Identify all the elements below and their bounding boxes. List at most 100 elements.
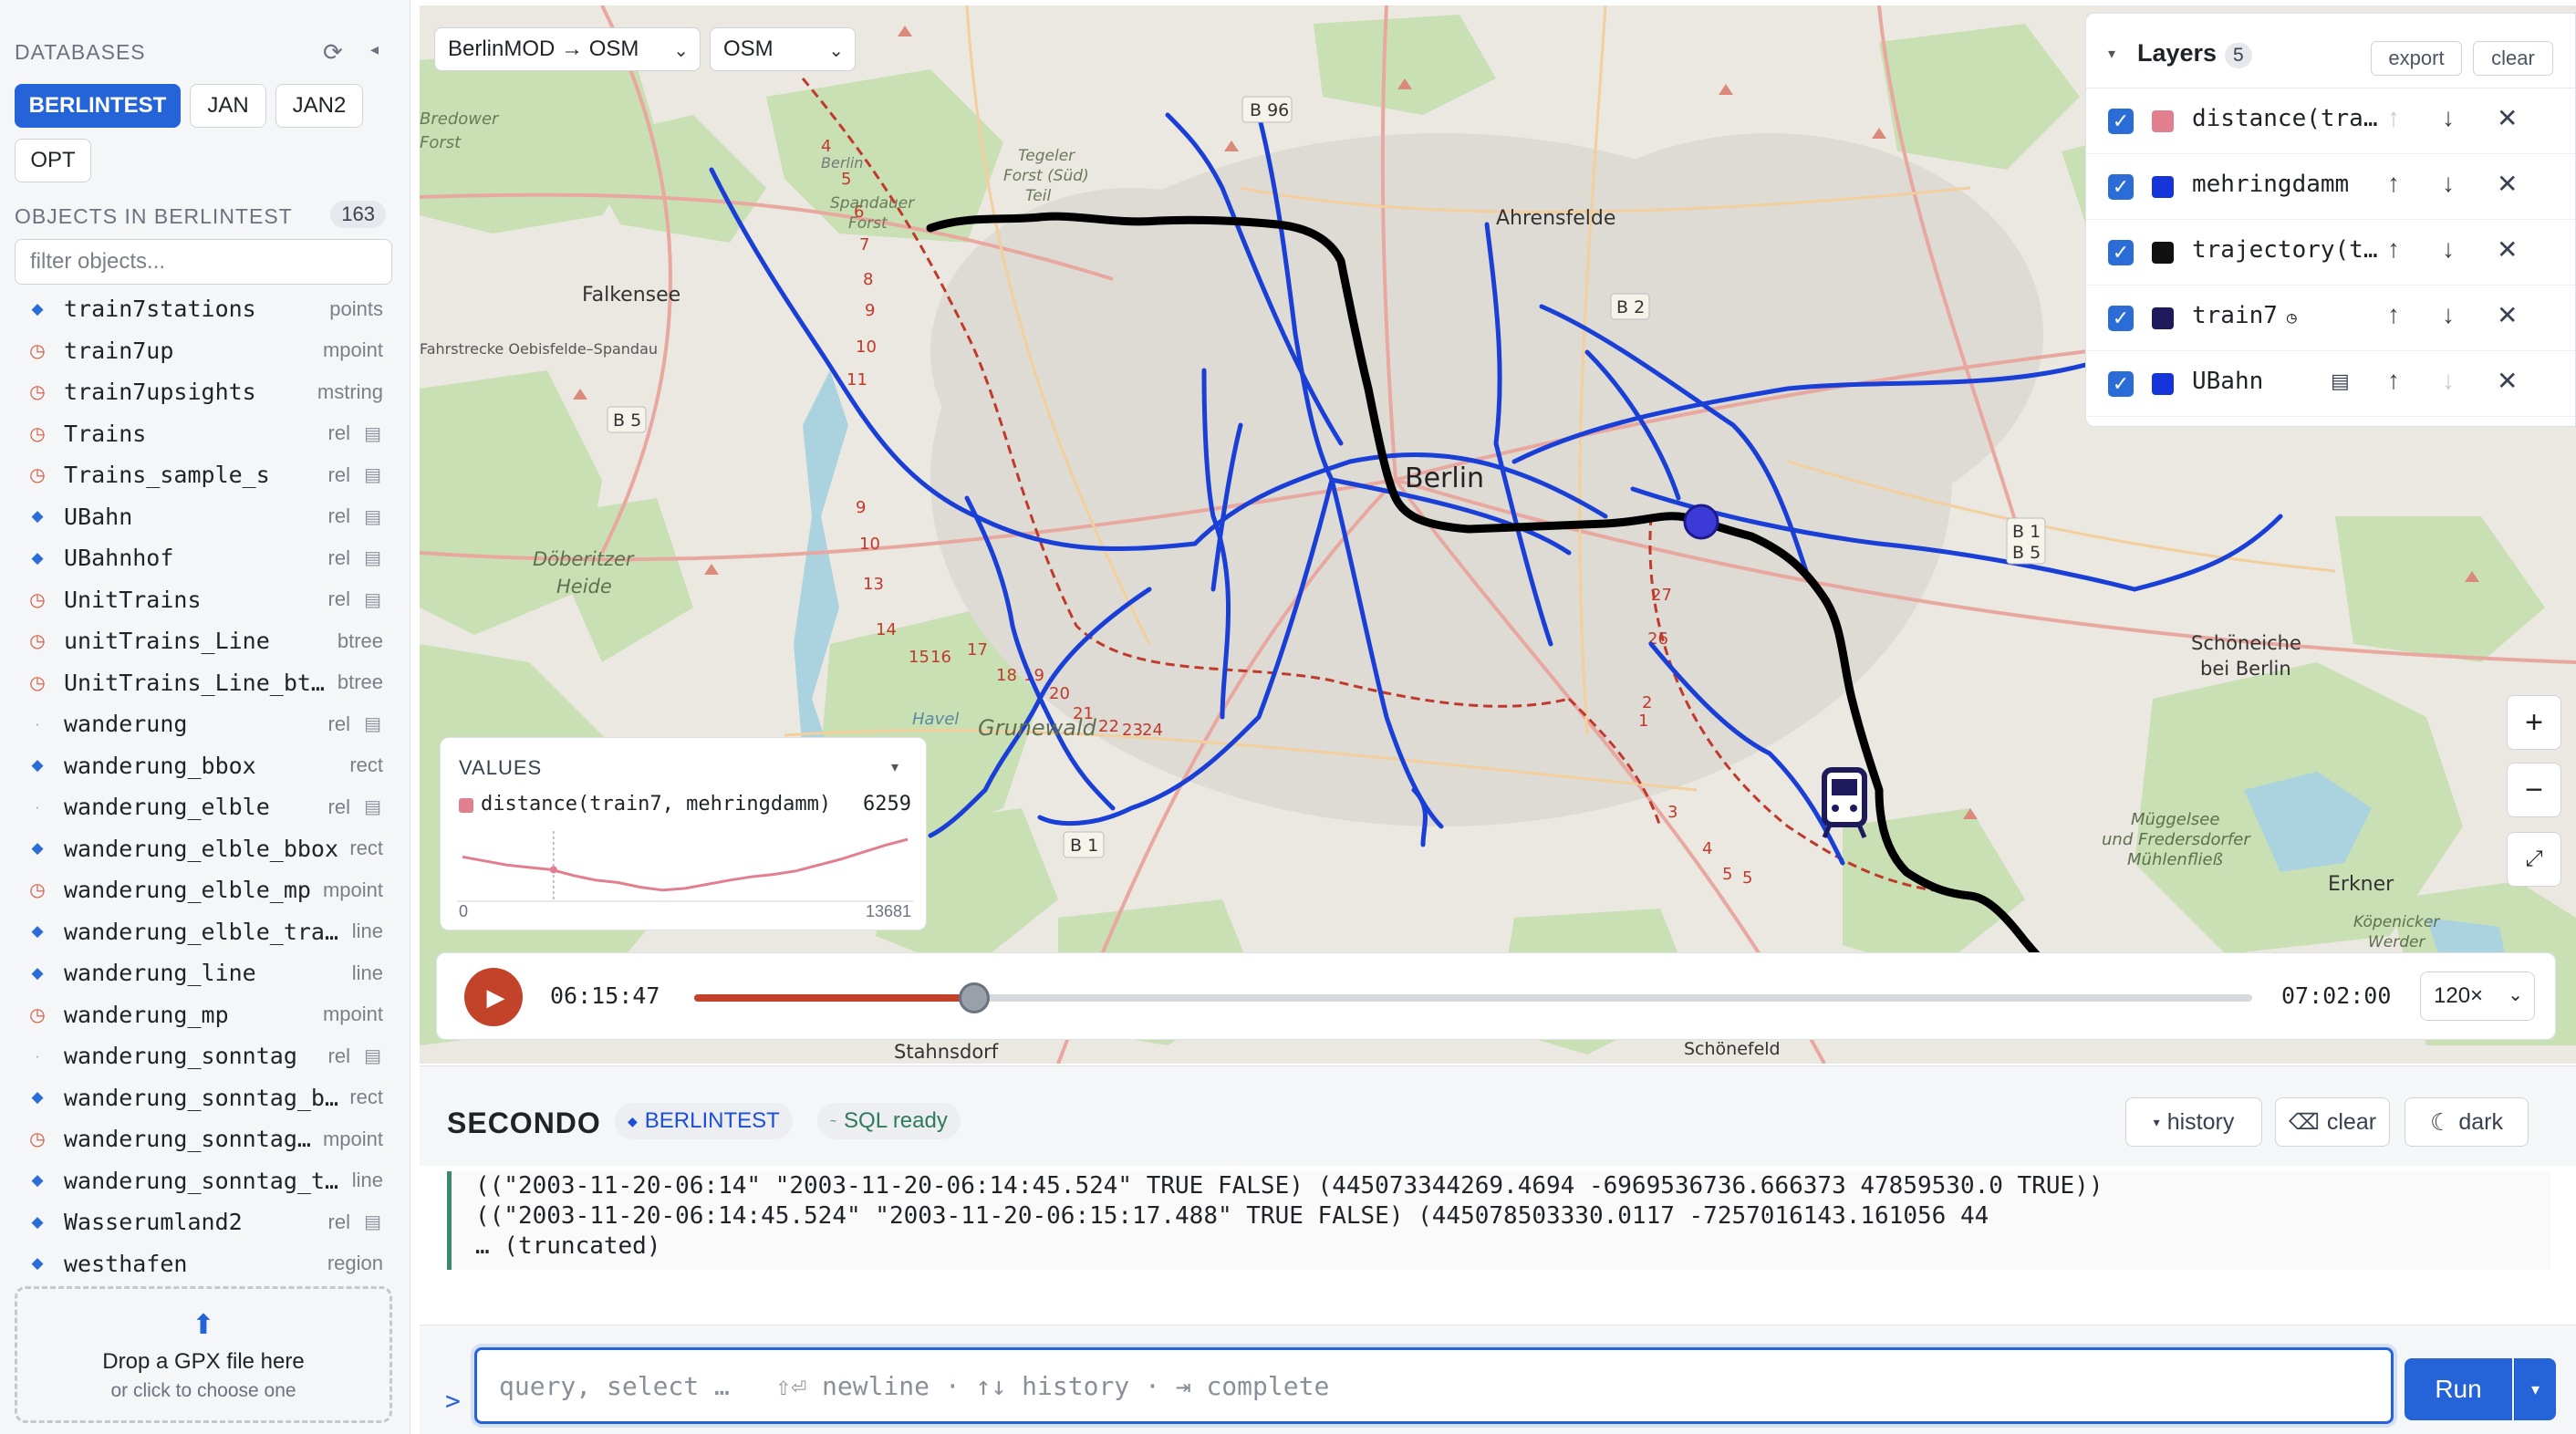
layer-visibility-checkbox[interactable]: ✓	[2108, 306, 2134, 331]
refresh-icon[interactable]: ⟳	[323, 38, 343, 67]
db-button-berlintest[interactable]: BERLINTEST	[15, 84, 181, 128]
layer-visibility-checkbox[interactable]: ✓	[2108, 240, 2134, 265]
object-list-item[interactable]: ◆ wanderung_sonntag_t… line	[0, 1160, 410, 1202]
move-layer-down-icon[interactable]: ↓	[2442, 169, 2455, 198]
timeline-handle[interactable]	[959, 982, 991, 1013]
move-layer-down-icon[interactable]: ↓	[2442, 234, 2455, 264]
move-layer-down-icon[interactable]: ↓	[2442, 300, 2455, 329]
map-label-forst: Forst	[420, 133, 462, 152]
prompt-symbol: >	[445, 1386, 461, 1416]
table-icon[interactable]: ▤	[364, 1044, 381, 1067]
object-list-item[interactable]: ◆ wanderung_sonntag_b… rect	[0, 1077, 410, 1119]
remove-layer-icon[interactable]: ✕	[2497, 103, 2518, 133]
fit-bounds-button[interactable]: ⤢	[2507, 832, 2561, 887]
move-layer-up-icon[interactable]: ↑	[2387, 300, 2400, 329]
collapse-layers-icon[interactable]: ▾	[2108, 45, 2115, 63]
zoom-in-button[interactable]: +	[2507, 695, 2561, 750]
diamond-icon: ◆	[31, 548, 44, 566]
object-list-item[interactable]: ◷ Trains rel ▤	[0, 413, 410, 455]
object-list-item[interactable]: ◆ wanderung_line line	[0, 952, 410, 994]
query-input[interactable]	[474, 1347, 2394, 1424]
layer-visibility-checkbox[interactable]: ✓	[2108, 371, 2134, 397]
layer-color-swatch[interactable]	[2152, 242, 2174, 264]
speed-select[interactable]: 120× ⌄	[2420, 972, 2535, 1021]
table-icon[interactable]: ▤	[364, 546, 381, 569]
db-button-jan[interactable]: JAN	[190, 84, 266, 128]
move-layer-up-icon[interactable]: ↑	[2387, 234, 2400, 264]
collapse-sidebar-icon[interactable]: ◂	[370, 40, 379, 59]
db-button-opt[interactable]: OPT	[15, 139, 91, 182]
table-icon[interactable]: ▤	[364, 795, 381, 818]
table-icon[interactable]: ▤	[364, 588, 381, 611]
object-list-item[interactable]: ◆ UBahnhof rel ▤	[0, 537, 410, 579]
object-list-item[interactable]: · wanderung_sonntag rel ▤	[0, 1035, 410, 1077]
object-list-item[interactable]: ◆ train7stations points	[0, 288, 410, 330]
run-options-button[interactable]: ▾	[2514, 1358, 2556, 1420]
run-button[interactable]: Run	[2405, 1358, 2512, 1420]
clear-console-button[interactable]: ⌫ clear	[2275, 1097, 2390, 1147]
clock-icon: ◷	[2286, 308, 2297, 327]
object-list-item[interactable]: ◆ wanderung_elble_tra… line	[0, 911, 410, 953]
move-layer-up-icon[interactable]: ↑	[2387, 366, 2400, 395]
object-list-item[interactable]: ◆ wanderung_bbox rect	[0, 745, 410, 787]
remove-layer-icon[interactable]: ✕	[2497, 300, 2518, 330]
object-list-item[interactable]: ◷ unitTrains_Line btree	[0, 620, 410, 662]
play-button[interactable]: ▶	[464, 968, 523, 1026]
remove-layer-icon[interactable]: ✕	[2497, 169, 2518, 199]
table-icon[interactable]: ▤	[364, 1211, 381, 1233]
layer-color-swatch[interactable]	[2152, 373, 2174, 395]
object-name: wanderung_bbox	[64, 752, 256, 779]
table-icon[interactable]: ▤	[364, 505, 381, 528]
layer-visibility-checkbox[interactable]: ✓	[2108, 174, 2134, 200]
object-list-item[interactable]: ◆ Wasserumland2 rel ▤	[0, 1201, 410, 1243]
object-list-item[interactable]: ◷ wanderung_sonntag… mpoint	[0, 1118, 410, 1160]
layer-color-swatch[interactable]	[2152, 176, 2174, 198]
remove-layer-icon[interactable]: ✕	[2497, 234, 2518, 265]
projection-select[interactable]: BerlinMOD → OSM ⌄	[434, 27, 701, 71]
object-list-item[interactable]: ◷ UnitTrains rel ▤	[0, 579, 410, 621]
object-list-item[interactable]: ◆ westhafen region	[0, 1243, 410, 1282]
layer-visibility-checkbox[interactable]: ✓	[2108, 109, 2134, 134]
app-brand: SECONDO	[447, 1107, 601, 1139]
move-layer-down-icon[interactable]: ↓	[2442, 366, 2455, 395]
svg-text:15: 15	[909, 648, 930, 667]
db-button-jan2[interactable]: JAN2	[275, 84, 363, 128]
dark-mode-button[interactable]: ☾ dark	[2405, 1097, 2529, 1147]
move-layer-up-icon[interactable]: ↑	[2387, 169, 2400, 198]
object-type: btree	[337, 670, 383, 694]
layers-header: ▾ Layers 5 export clear	[2086, 14, 2575, 88]
object-list-item[interactable]: ◷ UnitTrains_Line_bt… btree	[0, 662, 410, 704]
zoom-out-button[interactable]: −	[2507, 763, 2561, 817]
object-list-item[interactable]: ◷ Trains_sample_s rel ▤	[0, 454, 410, 496]
object-list-item[interactable]: · wanderung rel ▤	[0, 703, 410, 745]
filter-objects-input[interactable]	[15, 239, 392, 285]
object-list-item[interactable]: ◆ wanderung_elble_bbox rect	[0, 828, 410, 870]
gpx-drop-zone[interactable]: ⬆ Drop a GPX file here or click to choos…	[15, 1286, 392, 1423]
move-layer-up-icon[interactable]: ↑	[2387, 103, 2400, 132]
object-list-item[interactable]: ◷ wanderung_mp mpoint	[0, 994, 410, 1036]
object-list-item[interactable]: ◷ train7upsights mstring	[0, 371, 410, 413]
clear-layers-button[interactable]: clear	[2473, 41, 2553, 76]
table-icon[interactable]: ▤	[2331, 369, 2350, 393]
remove-layer-icon[interactable]: ✕	[2497, 366, 2518, 396]
diamond-icon: ◆	[31, 1171, 44, 1190]
table-icon[interactable]: ▤	[364, 463, 381, 486]
object-list-item[interactable]: ◷ train7up mpoint	[0, 330, 410, 372]
svg-text:2: 2	[1642, 693, 1652, 712]
basemap-select[interactable]: OSM ⌄	[710, 27, 856, 71]
object-list-item[interactable]: ◷ wanderung_elble_mp mpoint	[0, 869, 410, 911]
object-name: UnitTrains	[64, 586, 202, 613]
map-label-spandauer: Spandauer	[830, 194, 915, 213]
values-collapse-icon[interactable]: ▾	[891, 758, 898, 776]
history-button[interactable]: ▾ history	[2125, 1097, 2262, 1147]
move-layer-down-icon[interactable]: ↓	[2442, 103, 2455, 132]
export-layers-button[interactable]: export	[2371, 41, 2462, 76]
object-list-item[interactable]: · wanderung_elble rel ▤	[0, 786, 410, 828]
object-type: rect	[349, 836, 383, 860]
layer-color-swatch[interactable]	[2152, 110, 2174, 132]
table-icon[interactable]: ▤	[364, 712, 381, 735]
table-icon[interactable]: ▤	[364, 422, 381, 445]
object-list-item[interactable]: ◆ UBahn rel ▤	[0, 496, 410, 538]
output-line: … (truncated)	[475, 1232, 661, 1260]
layer-color-swatch[interactable]	[2152, 307, 2174, 329]
